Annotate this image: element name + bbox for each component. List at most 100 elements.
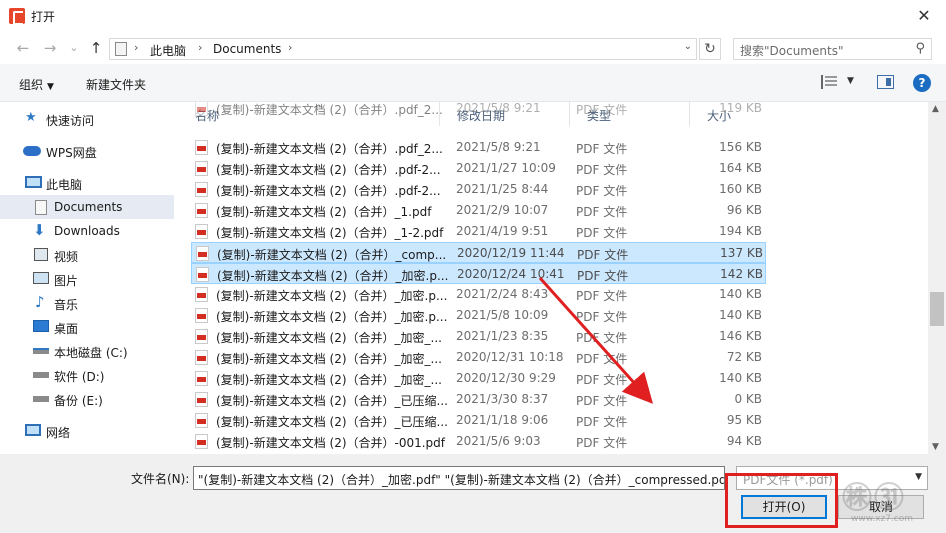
- forward-arrow-icon[interactable]: →: [40, 38, 60, 58]
- sidebar-item-label: 视频: [54, 250, 79, 264]
- watermark-logo: ㊑㉛: [842, 481, 906, 516]
- sidebar-item-label: 网络: [46, 426, 71, 440]
- file-row[interactable]: (复制)-新建文本文档 (2)（合并）.pdf-2... 2021/1/25 8:…: [191, 179, 766, 200]
- breadcrumb-this-pc[interactable]: 此电脑: [150, 42, 186, 59]
- sidebar-item-pictures[interactable]: 图片: [0, 267, 174, 291]
- file-type: PDF 文件: [576, 394, 628, 408]
- file-row[interactable]: (复制)-新建文本文档 (2)（合并）_1-2.pdf 2021/4/19 9:5…: [191, 221, 766, 242]
- file-name: (复制)-新建文本文档 (2)（合并）_加密.p...: [216, 289, 448, 303]
- file-row[interactable]: (复制)-新建文本文档 (2)（合并）_加密_... 2021/1/23 8:35…: [191, 326, 766, 347]
- pdf-file-icon: [195, 140, 208, 155]
- sidebar-item-wps-cloud[interactable]: WPS网盘: [0, 139, 174, 163]
- file-row[interactable]: (复制)-新建文本文档 (2)（合并）_已压缩... 2021/1/18 9:06…: [191, 410, 766, 431]
- file-date: 2020/12/19 11:44: [457, 246, 565, 260]
- pdf-file-icon: [195, 102, 208, 116]
- title-bar: 打开 ✕: [0, 0, 946, 32]
- file-type: PDF 文件: [576, 103, 628, 117]
- breadcrumb-documents[interactable]: Documents: [213, 42, 281, 56]
- file-date: 2021/3/30 8:37: [456, 392, 549, 406]
- pdf-file-icon: [195, 182, 208, 197]
- file-row[interactable]: (复制)-新建文本文档 (2)（合并）_加密_... 2020/12/30 9:2…: [191, 368, 766, 389]
- recent-locations-chevron-icon[interactable]: ⌄: [64, 38, 84, 58]
- help-icon[interactable]: ?: [913, 74, 931, 92]
- file-name: (复制)-新建文本文档 (2)（合并）_加密_...: [216, 373, 442, 387]
- file-date: 2021/5/8 9:21: [456, 102, 541, 115]
- pdf-file-icon: [195, 287, 208, 302]
- scroll-down-icon[interactable]: ▼: [932, 442, 939, 452]
- file-size: 95 KB: [726, 413, 762, 427]
- preview-pane-icon[interactable]: [877, 75, 894, 89]
- close-icon[interactable]: ✕: [910, 4, 938, 28]
- address-bar[interactable]: › 此电脑 › Documents › ⌄: [109, 38, 697, 60]
- file-name: (复制)-新建文本文档 (2)（合并）.pdf-2...: [216, 184, 441, 198]
- file-size: 160 KB: [719, 182, 762, 196]
- sidebar-item-documents[interactable]: Documents: [0, 195, 174, 219]
- file-date: 2021/2/24 8:43: [456, 287, 549, 301]
- file-row[interactable]: (复制)-新建文本文档 (2)（合并）_加密.p... 2020/12/24 10…: [191, 263, 766, 284]
- filename-input[interactable]: "(复制)-新建文本文档 (2)（合并）_加密.pdf" "(复制)-新建文本文…: [193, 466, 725, 490]
- file-type: PDF 文件: [576, 226, 628, 240]
- pdf-file-icon: [195, 224, 208, 239]
- file-row[interactable]: (复制)-新建文本文档 (2)（合并）_加密_... 2020/12/31 10:…: [191, 347, 766, 368]
- drive-icon: [33, 396, 49, 402]
- sidebar-item-label: WPS网盘: [46, 146, 97, 160]
- file-size: 96 KB: [726, 203, 762, 217]
- sidebar-item-network[interactable]: 网络: [0, 419, 174, 443]
- file-name: (复制)-新建文本文档 (2)（合并）_1.pdf: [216, 205, 432, 219]
- file-type: PDF 文件: [577, 269, 629, 283]
- file-type: PDF 文件: [576, 163, 628, 177]
- file-row[interactable]: (复制)-新建文本文档 (2)（合并）_加密.p... 2021/5/8 10:0…: [191, 305, 766, 326]
- file-row[interactable]: (复制)-新建文本文档 (2)（合并）_1.pdf 2021/2/9 10:07 P…: [191, 200, 766, 221]
- chevron-down-icon[interactable]: ⌄: [684, 41, 692, 52]
- file-name: (复制)-新建文本文档 (2)（合并）_加密.p...: [216, 310, 448, 324]
- new-folder-button[interactable]: 新建文件夹: [86, 76, 146, 93]
- music-icon: ♪: [35, 293, 45, 311]
- file-name: (复制)-新建文本文档 (2)（合并）_comp...: [217, 248, 447, 262]
- chevron-right-icon: ›: [198, 41, 203, 54]
- file-type: PDF 文件: [576, 289, 628, 303]
- file-size: 146 KB: [719, 329, 762, 343]
- file-row[interactable]: (复制)-新建文本文档 (2)（合并）.pdf-2... 2021/1/27 10…: [191, 158, 766, 179]
- sidebar-item-label: 桌面: [54, 322, 79, 336]
- view-mode-icon[interactable]: [821, 75, 837, 89]
- sidebar-item-label: 软件 (D:): [54, 370, 105, 384]
- sidebar-item-drive-d[interactable]: 软件 (D:): [0, 363, 174, 387]
- file-row[interactable]: (复制)-新建文本文档 (2)（合并）_加密.p... 2021/2/24 8:4…: [191, 284, 766, 305]
- file-date: 2021/5/8 10:09: [456, 308, 549, 322]
- file-row[interactable]: (复制)-新建文本文档 (2)（合并）_comp... 2020/12/19 11…: [191, 242, 766, 263]
- vertical-scrollbar[interactable]: ▲ ▼: [928, 102, 946, 454]
- sidebar-item-desktop[interactable]: 桌面: [0, 315, 174, 339]
- sidebar-item-drive-c[interactable]: 本地磁盘 (C:): [0, 339, 174, 363]
- sidebar-item-music[interactable]: ♪ 音乐: [0, 291, 174, 315]
- scrollbar-thumb[interactable]: [930, 292, 944, 326]
- file-date: 2021/2/9 10:07: [456, 203, 549, 217]
- file-name: (复制)-新建文本文档 (2)（合并）_已压缩...: [216, 415, 448, 429]
- refresh-icon[interactable]: ↻: [699, 38, 721, 60]
- file-type: PDF 文件: [576, 205, 628, 219]
- sidebar-item-drive-e[interactable]: 备份 (E:): [0, 387, 174, 411]
- chevron-right-icon[interactable]: ›: [288, 41, 292, 54]
- pdf-file-icon: [196, 246, 209, 261]
- watermark-logo-sub: www.xz7.com: [851, 514, 913, 524]
- file-row[interactable]: (复制)-新建文本文档 (2)（合并）.pdf_2... 2021/5/8 9:2…: [191, 137, 766, 158]
- sidebar-item-label: 音乐: [54, 298, 79, 312]
- up-arrow-icon[interactable]: ↑: [86, 38, 106, 58]
- sidebar-item-quick-access[interactable]: ★ 快速访问: [0, 107, 174, 131]
- file-date: 2020/12/24 10:41: [457, 267, 565, 281]
- file-row[interactable]: (复制)-新建文本文档 (2)（合并）.pdf_2... 2021/5/8 9:2…: [191, 102, 766, 119]
- organize-menu-button[interactable]: 组织 ▼: [19, 76, 54, 93]
- back-arrow-icon[interactable]: ←: [13, 38, 33, 58]
- search-input[interactable]: 搜索"Documents" ⚲: [733, 38, 932, 60]
- sidebar-item-downloads[interactable]: ⬇ Downloads: [0, 219, 174, 243]
- caret-down-icon[interactable]: ▼: [847, 76, 854, 86]
- file-list[interactable]: ︿ 名称 修改日期 类型 大小 (复制)-新建文本文档 (2)（合并）.pdf_…: [178, 102, 928, 454]
- file-type: PDF 文件: [576, 415, 628, 429]
- file-row[interactable]: (复制)-新建文本文档 (2)（合并）-001.pdf 2021/5/6 9:03…: [191, 431, 766, 452]
- scroll-up-icon[interactable]: ▲: [932, 104, 939, 114]
- command-bar: 组织 ▼ 新建文件夹 ▼ ?: [0, 64, 946, 102]
- file-row[interactable]: (复制)-新建文本文档 (2)（合并）_已压缩... 2021/3/30 8:37…: [191, 389, 766, 410]
- sidebar-item-videos[interactable]: 视频: [0, 243, 174, 267]
- sidebar-item-this-pc[interactable]: 此电脑: [0, 171, 174, 195]
- file-date: 2020/12/30 9:29: [456, 371, 556, 385]
- caret-down-icon: ▼: [47, 82, 54, 92]
